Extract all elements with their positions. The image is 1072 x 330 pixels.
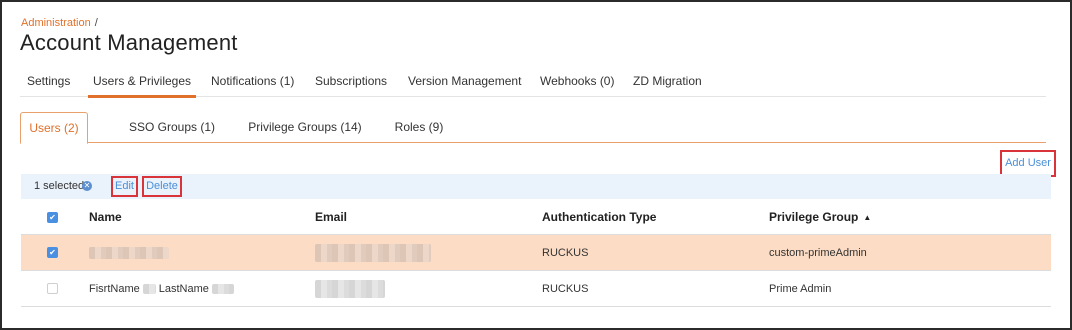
tab-notifications[interactable]: Notifications (1) xyxy=(211,74,294,88)
last-name-text: LastName xyxy=(158,282,209,295)
sort-ascending-icon: ▲ xyxy=(863,212,872,222)
select-all-checkbox[interactable]: ✔ xyxy=(47,211,58,223)
user-name-cell: FisrtName LastName xyxy=(89,271,234,306)
column-header-privilege-group[interactable]: Privilege Group ▲ xyxy=(769,200,871,234)
redacted-name-part xyxy=(142,283,156,294)
delete-button[interactable]: Delete xyxy=(142,176,182,197)
privilege-group-cell: Prime Admin xyxy=(769,282,832,295)
auth-type-cell: RUCKUS xyxy=(542,282,589,295)
subtab-users[interactable]: Users (2) xyxy=(20,112,88,144)
sub-tab-bar: Users (2) SSO Groups (1) Privilege Group… xyxy=(20,112,1046,144)
breadcrumb: Administration / xyxy=(21,17,98,29)
table-header-row: ✔ Name Email Authentication Type Privile… xyxy=(21,200,1051,235)
check-icon: ✔ xyxy=(49,248,56,257)
tab-zd-migration[interactable]: ZD Migration xyxy=(633,74,702,88)
tab-users-privileges[interactable]: Users & Privileges xyxy=(88,74,197,98)
main-tab-bar: Settings Users & Privileges Notification… xyxy=(20,68,1046,98)
breadcrumb-administration-link[interactable]: Administration xyxy=(21,17,91,29)
privilege-group-cell: custom-primeAdmin xyxy=(769,246,867,259)
tab-webhooks[interactable]: Webhooks (0) xyxy=(540,74,614,88)
redacted-email xyxy=(315,243,431,262)
table-row[interactable]: FisrtName LastName RUCKUS Prime Admin xyxy=(21,271,1051,307)
user-name-cell xyxy=(89,235,169,270)
add-user-button[interactable]: Add User xyxy=(1000,150,1056,177)
redacted-name-part xyxy=(211,283,234,294)
bulk-action-bar: 1 selected ✕ Edit Delete xyxy=(21,174,1051,199)
redacted-name xyxy=(89,246,169,259)
breadcrumb-separator: / xyxy=(94,17,98,29)
page-title: Account Management xyxy=(20,30,238,55)
column-header-auth-type[interactable]: Authentication Type xyxy=(542,200,656,234)
column-header-name[interactable]: Name xyxy=(89,200,122,234)
privilege-group-header-label: Privilege Group xyxy=(769,210,859,224)
users-table: ✔ Name Email Authentication Type Privile… xyxy=(21,200,1051,307)
app-frame: Administration / Account Management Setti… xyxy=(0,0,1072,330)
tab-settings[interactable]: Settings xyxy=(27,74,70,88)
tab-version-management[interactable]: Version Management xyxy=(408,74,521,88)
edit-button[interactable]: Edit xyxy=(111,176,138,197)
first-name-text: FisrtName xyxy=(89,282,140,295)
subtab-privilege-groups[interactable]: Privilege Groups (14) xyxy=(245,112,365,143)
row-checkbox[interactable]: ✔ xyxy=(47,247,58,258)
tab-subscriptions[interactable]: Subscriptions xyxy=(315,74,387,88)
auth-type-cell: RUCKUS xyxy=(542,246,589,259)
user-email-cell xyxy=(315,271,385,306)
redacted-email xyxy=(315,279,385,298)
user-email-cell xyxy=(315,235,431,270)
row-checkbox[interactable] xyxy=(47,283,58,294)
subtab-sso-groups[interactable]: SSO Groups (1) xyxy=(126,112,218,143)
selection-count: 1 selected xyxy=(34,180,85,192)
check-icon: ✔ xyxy=(49,212,56,222)
column-header-email[interactable]: Email xyxy=(315,200,347,234)
table-row[interactable]: ✔ RUCKUS custom-primeAdmin xyxy=(21,235,1051,271)
subtab-roles[interactable]: Roles (9) xyxy=(390,112,448,143)
close-circle-icon[interactable]: ✕ xyxy=(82,181,92,191)
